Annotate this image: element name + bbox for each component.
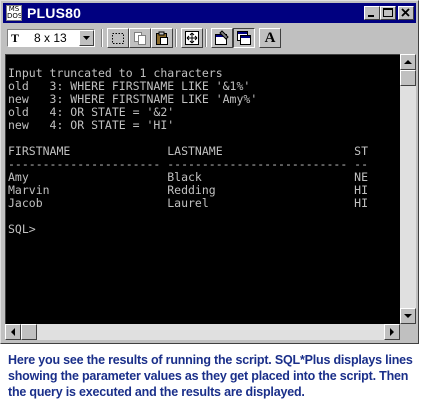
font-size-select[interactable]: T 8 x 13	[7, 29, 95, 47]
arrow-down-icon	[404, 314, 412, 318]
mark-icon	[112, 33, 124, 44]
copy-button[interactable]	[129, 28, 151, 48]
scroll-up-button[interactable]	[400, 54, 416, 70]
window-title: PLUS80	[27, 5, 82, 21]
fullscreen-button[interactable]	[181, 28, 203, 48]
close-icon	[401, 8, 410, 17]
console-output[interactable]: Input truncated to 1 characters old 3: WH…	[5, 54, 400, 324]
truetype-icon: T	[11, 31, 20, 45]
arrow-right-icon	[390, 328, 394, 336]
chevron-down-icon	[83, 36, 90, 40]
scroll-right-button[interactable]	[384, 324, 400, 340]
toolbar-separator	[175, 29, 177, 47]
scroll-down-button[interactable]	[400, 308, 416, 324]
vertical-scroll-thumb[interactable]	[400, 70, 416, 86]
close-button[interactable]	[398, 6, 414, 20]
toolbar-separator	[101, 29, 103, 47]
arrow-up-icon	[404, 60, 412, 64]
font-size-value: 8 x 13	[34, 31, 67, 45]
fullscreen-icon	[185, 31, 199, 45]
scroll-left-button[interactable]	[5, 324, 21, 340]
title-bar[interactable]: MS DOS PLUS80	[3, 3, 416, 23]
background-icon	[237, 31, 251, 45]
font-icon: A	[264, 30, 276, 46]
paste-icon	[156, 31, 168, 45]
horizontal-scroll-thumb[interactable]	[21, 324, 37, 340]
toolbar-separator	[205, 29, 207, 47]
maximize-icon	[383, 8, 393, 17]
console-line: Jacob Laurel HI	[8, 196, 369, 210]
console-text: Input truncated to 1 characters old 3: WH…	[8, 67, 368, 236]
console-line: SQL>	[8, 222, 36, 236]
msdos-icon[interactable]: MS DOS	[6, 5, 22, 21]
toolbar: T 8 x 13 A	[3, 25, 416, 51]
maximize-button[interactable]	[380, 6, 396, 20]
minimize-button[interactable]	[364, 6, 380, 20]
horizontal-scrollbar[interactable]	[5, 324, 400, 340]
arrow-left-icon	[11, 328, 15, 336]
properties-button[interactable]	[211, 28, 233, 48]
font-button[interactable]: A	[259, 28, 281, 48]
scrollbar-corner	[400, 324, 416, 340]
caption-text: Here you see the results of running the …	[8, 353, 413, 399]
background-button[interactable]	[233, 28, 255, 48]
dos-window: MS DOS PLUS80 T 8 x 13 A Input truncated…	[0, 0, 419, 344]
vertical-scrollbar[interactable]	[400, 54, 416, 324]
font-size-dropdown-button[interactable]	[79, 30, 94, 46]
mark-button[interactable]	[107, 28, 129, 48]
minimize-icon	[368, 15, 374, 17]
copy-icon	[134, 32, 146, 45]
paste-button[interactable]	[151, 28, 173, 48]
properties-icon	[215, 30, 229, 45]
console-line: new 4: OR STATE = 'HI'	[8, 118, 175, 132]
